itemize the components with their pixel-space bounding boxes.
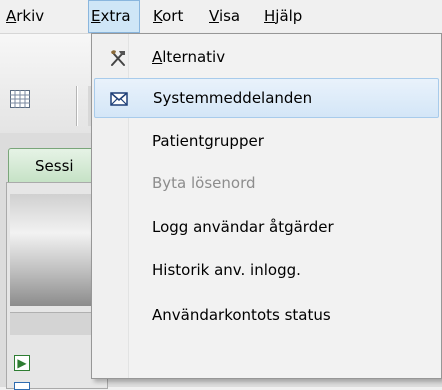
envelope-icon xyxy=(110,92,128,106)
menu-visa-mnemonic: V xyxy=(209,7,219,25)
menu-extra-label: xtra xyxy=(100,7,131,25)
menu-item-patientgrupper-label: Patientgrupper xyxy=(152,132,264,150)
menu-bar: Arkiv Extra Kort Visa Hjälp xyxy=(0,0,442,33)
menu-item-patientgrupper[interactable]: Patientgrupper xyxy=(94,122,439,162)
menu-visa-label: isa xyxy=(218,7,241,25)
menu-kort-label: ort xyxy=(162,7,184,25)
grid-icon[interactable] xyxy=(10,90,30,108)
menu-item-systemmeddelanden-label: Systemmeddelanden xyxy=(153,89,313,107)
menu-item-anvandarkontots-status-label: Användarkontots status xyxy=(152,306,331,324)
panel-header-gradient xyxy=(10,194,100,306)
menu-arkiv[interactable]: Arkiv xyxy=(6,0,52,33)
tools-icon xyxy=(111,50,125,66)
menu-extra[interactable]: Extra xyxy=(88,0,140,33)
tab-session-label: Sessi xyxy=(35,157,74,175)
row-icon[interactable] xyxy=(14,382,30,390)
menu-item-byta-losenord-label: Byta lösenord xyxy=(152,174,256,192)
menu-arkiv-mnemonic: A xyxy=(6,7,17,25)
menu-arkiv-label: rkiv xyxy=(16,7,45,25)
menu-kort[interactable]: Kort xyxy=(153,0,191,33)
menu-hjalp-mnemonic: H xyxy=(264,7,276,25)
panel-row xyxy=(10,312,100,335)
menu-item-historik-anv-inlogg[interactable]: Historik anv. inlogg. xyxy=(94,251,439,291)
menu-item-historik-anv-inlogg-label: Historik anv. inlogg. xyxy=(152,261,301,279)
menu-item-anvandarkontots-status[interactable]: Användarkontots status xyxy=(94,296,439,336)
menu-item-alternativ[interactable]: Alternativ xyxy=(94,38,439,78)
toolbar-separator xyxy=(76,86,77,126)
menu-hjalp-label: jälp xyxy=(275,7,303,25)
menu-item-logg-anvandar-atgarder-label: Logg användar åtgärder xyxy=(152,218,334,236)
menu-kort-mnemonic: K xyxy=(153,7,163,25)
menu-item-systemmeddelanden[interactable]: Systemmeddelanden xyxy=(94,78,439,118)
menu-item-logg-anvandar-atgarder[interactable]: Logg användar åtgärder xyxy=(94,208,439,248)
menu-item-alternativ-label: Alternativ xyxy=(152,48,226,66)
extra-dropdown-menu: Alternativ Systemmeddelanden Patientgrup… xyxy=(91,33,442,379)
menu-hjalp[interactable]: Hjälp xyxy=(264,0,312,33)
menu-item-byta-losenord: Byta lösenord xyxy=(94,164,439,204)
expand-arrow-icon[interactable]: ▶ xyxy=(14,355,30,371)
menu-visa[interactable]: Visa xyxy=(209,0,247,33)
